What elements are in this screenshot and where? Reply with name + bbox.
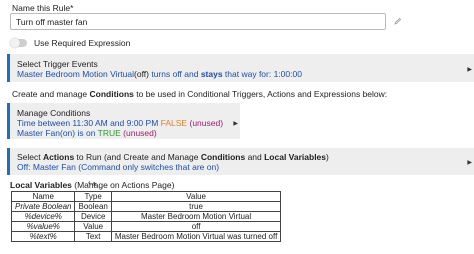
condition-time: Time between 11:30 AM and 9:00 PM FALSE … <box>17 118 224 128</box>
select-actions-card[interactable]: Select Actions to Run (and Create and Ma… <box>7 148 474 175</box>
trigger-description: Master Bedroom Motion Virtual(off) turns… <box>17 69 302 79</box>
table-row: Private Boolean Boolean true <box>10 201 282 212</box>
variable-name: %text% <box>10 231 76 242</box>
conditions-title: Manage Conditions <box>17 108 91 118</box>
variable-type: Boolean <box>74 201 112 212</box>
variable-value: true <box>110 201 282 212</box>
pencil-icon[interactable] <box>394 17 402 25</box>
chevron-right-icon: ▶ <box>233 121 238 127</box>
rule-name-label: Name this Rule* <box>12 3 74 13</box>
select-trigger-events-card[interactable]: Select Trigger Events Master Bedroom Mot… <box>7 54 474 82</box>
conditions-instructions: Create and manage Conditions to be used … <box>12 89 388 99</box>
variable-name: %value% <box>10 221 76 232</box>
table-row: %value% Value off <box>10 221 282 232</box>
chevron-right-icon: ▶ <box>467 160 472 166</box>
rule-name-input[interactable] <box>10 13 386 30</box>
manage-conditions-card[interactable]: Manage Conditions Time between 11:30 AM … <box>7 103 240 139</box>
variable-type: Text <box>74 231 112 242</box>
variable-type: Device <box>74 211 112 222</box>
trigger-title: Select Trigger Events <box>17 59 98 69</box>
column-header: Name <box>10 191 76 202</box>
column-header: Value <box>110 191 282 202</box>
variable-value: Master Bedroom Motion Virtual was turned… <box>110 231 282 242</box>
variable-value: Master Bedroom Motion Virtual <box>110 211 282 222</box>
actions-description: Off: Master Fan (Command only switches t… <box>17 162 220 172</box>
chevron-right-icon: ▶ <box>467 67 472 73</box>
actions-title: Select Actions to Run (and Create and Ma… <box>17 152 329 162</box>
variable-name: Private Boolean <box>10 201 76 212</box>
table-header-row: Name Type Value <box>10 191 282 202</box>
condition-master-fan: Master Fan(on) is on TRUE (unused) <box>17 128 157 138</box>
column-header: Type <box>74 191 112 202</box>
variable-name: %device% <box>10 211 76 222</box>
variable-value: off <box>110 221 282 232</box>
variable-type: Value <box>74 221 112 232</box>
cursor-icon: ↪ <box>88 179 97 190</box>
required-expression-toggle[interactable] <box>10 38 27 48</box>
required-expression-label: Use Required Expression <box>34 38 131 48</box>
local-variables-table: Name Type Value Private Boolean Boolean … <box>10 191 282 242</box>
table-row: %device% Device Master Bedroom Motion Vi… <box>10 211 282 222</box>
table-row: %text% Text Master Bedroom Motion Virtua… <box>10 231 282 242</box>
